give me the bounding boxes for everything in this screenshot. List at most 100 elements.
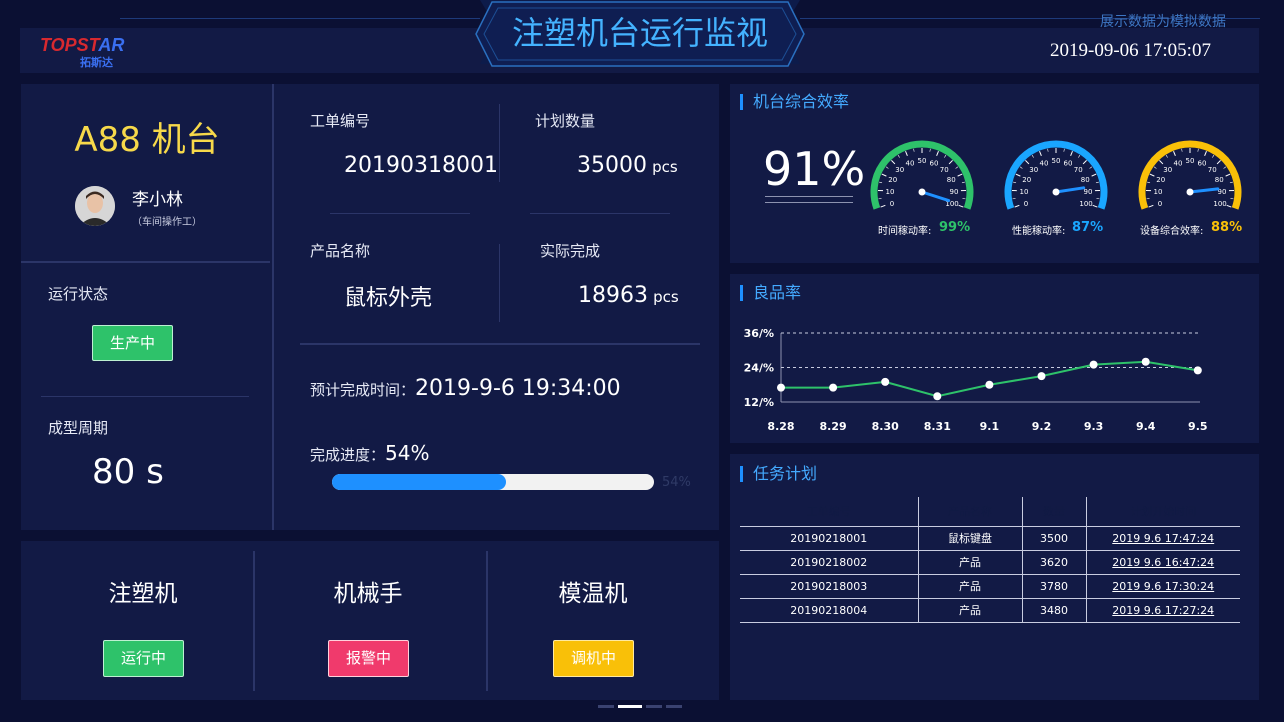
overall-efficiency: 91% (763, 142, 866, 196)
brand-logo-cn: 拓斯达 (80, 56, 113, 69)
gauge-tick-label: 40 (1040, 159, 1049, 167)
gauge-tick-label: 90 (950, 188, 959, 196)
page-indicator-3[interactable] (646, 705, 662, 708)
gauge-tick (957, 173, 963, 177)
task-order-no: 20190218001 (740, 526, 919, 551)
gauge-tick-label: 20 (888, 176, 897, 184)
gauge-minor-tick (1181, 148, 1183, 152)
page-indicator-4[interactable] (666, 705, 682, 708)
gauge-needle (1188, 187, 1220, 194)
gauge-tick-label: 60 (1198, 159, 1207, 167)
task-order-no: 20190218004 (740, 598, 919, 623)
gauge-tick-label: 80 (947, 176, 956, 184)
gauge-tick (1015, 173, 1021, 177)
gauge-minor-tick (1147, 181, 1151, 184)
gauge-tick-label: 60 (930, 159, 939, 167)
x-tick-label: 9.5 (1188, 420, 1208, 433)
operator-name: 李小林 (132, 190, 183, 210)
task-order-no: 20190218002 (740, 550, 919, 575)
gauge-needle (1054, 186, 1086, 194)
equipment-divider-2 (486, 551, 488, 691)
y-tick-label: 36/% (744, 327, 774, 340)
task-row[interactable]: 20190218002 产品 3620 2019 9.6 16:47:24 (740, 550, 1240, 575)
y-tick-label: 12/% (744, 396, 774, 409)
yield-data-point (933, 392, 942, 401)
order-separator-left (330, 213, 470, 214)
actual-qty: 18963 pcs (578, 283, 679, 308)
x-tick-label: 8.31 (924, 420, 951, 433)
task-title: 任务计划 (740, 466, 817, 482)
gauge-tick-label: 30 (895, 166, 904, 174)
gauge-minor-tick (955, 166, 959, 169)
gauge-value-performance: 87% (1072, 220, 1104, 235)
gauge-tick-label: 40 (1174, 159, 1183, 167)
page-indicator-2-active[interactable] (618, 705, 642, 708)
gauge-tick-label: 70 (940, 166, 949, 174)
gauge-tick-label: 0 (890, 200, 894, 208)
yield-data-point (881, 377, 890, 386)
gauge-tick-label: 100 (1079, 200, 1092, 208)
task-order-no: 20190218003 (740, 574, 919, 599)
yield-data-point (985, 380, 994, 389)
gauge-tick-label: 0 (1158, 200, 1162, 208)
gauge-tick (1204, 151, 1207, 157)
task-start-time[interactable]: 2019 9.6 17:30:24 (1086, 574, 1240, 599)
gauge-tick-label: 30 (1029, 166, 1038, 174)
avatar-icon (75, 186, 115, 226)
gauge-tick (958, 204, 964, 208)
yield-data-point (829, 383, 838, 392)
equipment-status-mold-temp: 调机中 (553, 640, 634, 677)
gauge-label-performance: 性能稼动率: (1012, 226, 1066, 237)
task-table-header: 工单编号 产品名称 数量 计划开始时间 (740, 497, 1240, 527)
gauge-tick (1148, 204, 1154, 208)
progress-label: 完成进度： (310, 446, 386, 464)
gauge-tick-label: 70 (1074, 166, 1083, 174)
yield-data-point (1141, 357, 1150, 366)
page-indicator-1[interactable] (598, 705, 614, 708)
gauge-minor-tick (1019, 166, 1023, 169)
gauge-minor-tick (961, 181, 965, 184)
operator-avatar (75, 186, 115, 226)
status-badge: 生产中 (92, 325, 173, 361)
performance-utilization-gauge: 0 10 20 3040 50 6070 80 90 100 (1004, 140, 1108, 210)
gauge-tick (1025, 160, 1030, 165)
gauge-minor-tick (885, 166, 889, 169)
gauge-label-time: 时间稼动率: (878, 226, 932, 237)
task-row[interactable]: 20190218003 产品 3780 2019 9.6 17:30:24 (740, 574, 1240, 599)
machine-name: A88 机台 (74, 120, 220, 160)
gauge-tick (1082, 160, 1087, 165)
efficiency-title: 机台综合效率 (740, 94, 849, 110)
gauge-minor-tick (1063, 148, 1065, 152)
task-start-time[interactable]: 2019 9.6 16:47:24 (1086, 550, 1240, 575)
equipment-divider-1 (253, 551, 255, 691)
task-row[interactable]: 20190218004 产品 3480 2019 9.6 17:27:24 (740, 598, 1240, 623)
gauge-tick (1014, 204, 1020, 208)
cycle-label: 成型周期 (48, 419, 109, 437)
task-start-time[interactable]: 2019 9.6 17:27:24 (1086, 598, 1240, 623)
gauge-tick (948, 160, 953, 165)
col-qty: 数量 (1022, 497, 1087, 527)
task-product: 鼠标键盘 (918, 526, 1023, 551)
gauge-tick (1173, 151, 1176, 157)
gauge-minor-tick (1165, 154, 1168, 158)
gauge-minor-tick (1212, 154, 1215, 158)
task-start-time[interactable]: 2019 9.6 17:47:24 (1086, 526, 1240, 551)
task-row[interactable]: 20190218001 鼠标键盘 3500 2019 9.6 17:47:24 (740, 526, 1240, 551)
gauge-minor-tick (1223, 166, 1227, 169)
plan-qty-unit: pcs (652, 158, 678, 176)
yield-title: 良品率 (740, 285, 801, 301)
task-product: 产品 (918, 574, 1023, 599)
plan-qty-value: 35000 (577, 153, 647, 178)
product-label: 产品名称 (310, 242, 371, 260)
actual-qty-value: 18963 (578, 283, 648, 308)
gauge-tick (1226, 204, 1232, 208)
gauge-minor-tick (944, 154, 947, 158)
eta: 预计完成时间：2019-9-6 19:34:00 (310, 376, 621, 401)
equipment-name-robot: 机械手 (333, 581, 403, 607)
gauge-tick (905, 151, 908, 157)
equipment-status-robot: 报警中 (328, 640, 409, 677)
gauge-value-oee: 88% (1211, 220, 1243, 235)
equipment-name-mold-temp: 模温机 (558, 581, 628, 607)
actual-qty-label: 实际完成 (540, 242, 601, 260)
progress-value: 54% (385, 441, 430, 465)
